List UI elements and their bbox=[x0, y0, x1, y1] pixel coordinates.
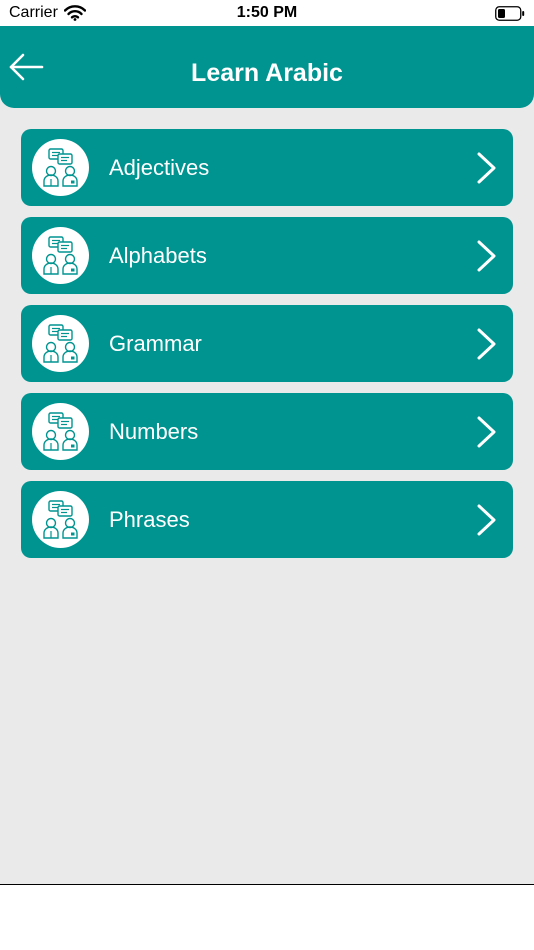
app-header: Learn Arabic bbox=[0, 26, 534, 108]
topic-label: Grammar bbox=[109, 331, 202, 356]
topic-item-numbers[interactable]: Numbers bbox=[21, 393, 513, 470]
conversation-icon bbox=[32, 227, 89, 284]
topic-list: Adjectives Alphabets Grammar Numbers Phr… bbox=[21, 129, 513, 569]
topic-item-alphabets[interactable]: Alphabets bbox=[21, 217, 513, 294]
conversation-icon bbox=[32, 403, 89, 460]
topic-label: Adjectives bbox=[109, 155, 210, 180]
chevron-right-icon bbox=[473, 327, 499, 361]
topic-label: Numbers bbox=[109, 419, 199, 444]
chevron-right-icon bbox=[473, 503, 499, 537]
conversation-icon bbox=[32, 315, 89, 372]
conversation-icon bbox=[32, 139, 89, 196]
status-bar: Carrier 1:50 PM bbox=[0, 0, 534, 26]
page-title: Learn Arabic bbox=[191, 59, 343, 87]
topic-item-phrases[interactable]: Phrases bbox=[21, 481, 513, 558]
conversation-icon bbox=[32, 491, 89, 548]
chevron-right-icon bbox=[473, 415, 499, 449]
topic-item-grammar[interactable]: Grammar bbox=[21, 305, 513, 382]
chevron-right-icon bbox=[473, 239, 499, 273]
battery-icon bbox=[495, 6, 525, 21]
topic-item-adjectives[interactable]: Adjectives bbox=[21, 129, 513, 206]
chevron-right-icon bbox=[473, 151, 499, 185]
bottom-safe-area bbox=[0, 885, 534, 950]
status-time: 1:50 PM bbox=[236, 4, 298, 21]
topic-label: Phrases bbox=[109, 507, 190, 532]
topic-label: Alphabets bbox=[109, 243, 207, 268]
